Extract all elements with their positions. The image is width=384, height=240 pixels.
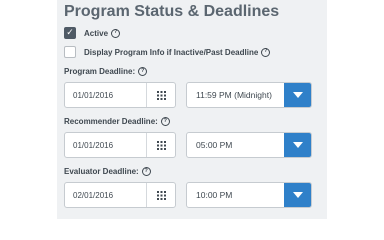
evaluator-deadline-label: Evaluator Deadline: ? xyxy=(64,167,151,176)
program-deadline-time-value: 11:59 PM (Midnight) xyxy=(196,90,272,100)
check-icon: ✓ xyxy=(66,27,74,38)
evaluator-deadline-date-input[interactable] xyxy=(65,183,146,207)
evaluator-deadline-label-text: Evaluator Deadline: xyxy=(64,167,139,176)
help-icon[interactable]: ? xyxy=(138,67,148,76)
active-checkbox-row[interactable]: ✓ Active ? xyxy=(64,26,121,40)
evaluator-deadline-time-select[interactable]: 10:00 PM xyxy=(186,182,312,208)
caret-down-icon[interactable] xyxy=(284,133,311,157)
program-deadline-date-field xyxy=(64,82,176,108)
help-icon[interactable]: ? xyxy=(141,167,151,176)
display-info-checkbox-row[interactable]: Display Program Info if Inactive/Past De… xyxy=(64,45,271,59)
calendar-grid-icon[interactable] xyxy=(146,183,175,207)
help-icon[interactable]: ? xyxy=(111,28,121,38)
program-deadline-time-select[interactable]: 11:59 PM (Midnight) xyxy=(186,82,312,108)
section-title: Program Status & Deadlines xyxy=(64,3,280,20)
program-deadline-label: Program Deadline: ? xyxy=(64,67,148,76)
program-deadline-date-input[interactable] xyxy=(65,83,146,107)
help-icon[interactable]: ? xyxy=(261,47,271,57)
recommender-deadline-label: Recommender Deadline: ? xyxy=(64,117,170,126)
evaluator-deadline-date-field xyxy=(64,182,176,208)
active-label: Active xyxy=(84,28,109,38)
recommender-deadline-label-text: Recommender Deadline: xyxy=(64,117,158,126)
display-info-checkbox[interactable] xyxy=(64,46,76,58)
active-checkbox[interactable]: ✓ xyxy=(64,27,76,39)
display-info-label: Display Program Info if Inactive/Past De… xyxy=(84,47,259,57)
caret-down-icon[interactable] xyxy=(284,183,311,207)
recommender-deadline-time-value: 05:00 PM xyxy=(196,140,233,150)
help-icon[interactable]: ? xyxy=(160,117,170,126)
recommender-deadline-time-select[interactable]: 05:00 PM xyxy=(186,132,312,158)
recommender-deadline-date-field xyxy=(64,132,176,158)
recommender-deadline-date-input[interactable] xyxy=(65,133,146,157)
calendar-grid-icon[interactable] xyxy=(146,83,175,107)
evaluator-deadline-time-value: 10:00 PM xyxy=(196,190,233,200)
program-deadline-label-text: Program Deadline: xyxy=(64,67,136,76)
caret-down-icon[interactable] xyxy=(284,83,311,107)
calendar-grid-icon[interactable] xyxy=(146,133,175,157)
